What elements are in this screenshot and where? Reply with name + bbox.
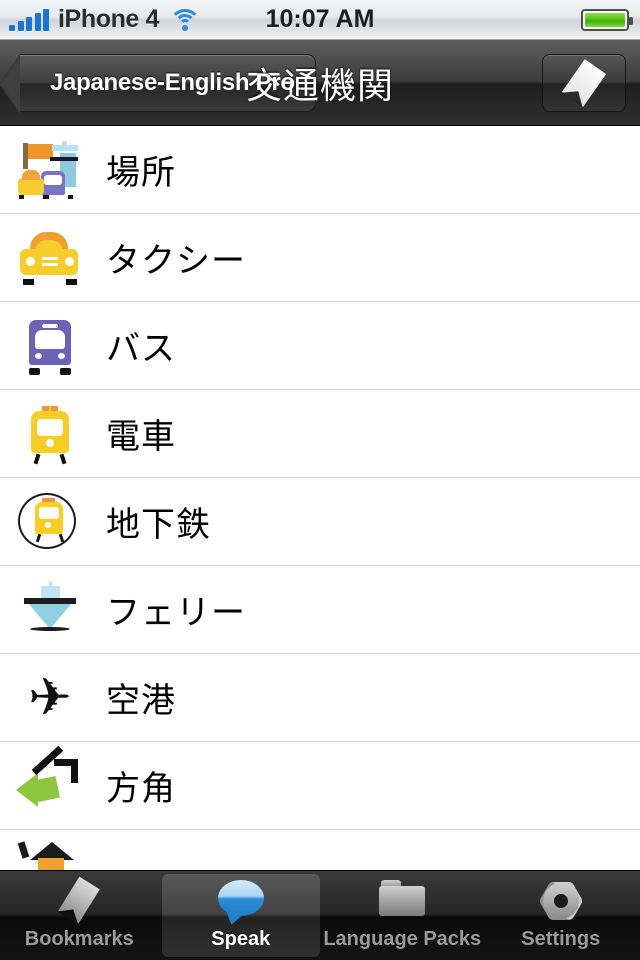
bookmark-ribbon-icon	[58, 876, 101, 924]
speech-bubble-icon	[217, 880, 264, 916]
list-item[interactable]: 場所	[0, 126, 640, 214]
tab-bookmarks[interactable]: Bookmarks	[0, 871, 159, 960]
airplane-icon: ✈	[28, 667, 72, 728]
list-item-label: バス	[106, 329, 176, 369]
list-item-label: 地下鉄	[106, 505, 211, 545]
tab-label: Language Packs	[323, 928, 482, 950]
gear-icon	[538, 880, 584, 922]
list-item-label: 電車	[106, 417, 176, 457]
app-root: iPhone 4 10:07 AM Japanese-English Pro 交…	[0, 0, 640, 960]
list-item[interactable]: バス	[0, 302, 640, 390]
tab-settings[interactable]: Settings	[482, 871, 640, 960]
list-item-label: フェリー	[106, 593, 246, 633]
list-item[interactable]: 地下鉄	[0, 478, 640, 566]
bookmark-button[interactable]	[542, 54, 626, 112]
folder-icon	[379, 880, 426, 916]
tab-icon	[217, 880, 265, 924]
row-icon	[12, 403, 88, 465]
tab-language-packs[interactable]: Language Packs	[323, 871, 482, 960]
list-item[interactable]: タクシー	[0, 214, 640, 302]
tab-label: Settings	[521, 928, 601, 950]
list-item[interactable]: 方角	[0, 742, 640, 830]
navigation-bar: Japanese-English Pro 交通機関	[0, 40, 640, 126]
list-item[interactable]: 電車	[0, 390, 640, 478]
row-icon	[12, 491, 88, 553]
row-icon: ✈	[12, 667, 88, 729]
row-icon	[12, 315, 88, 377]
list-item[interactable]: フェリー	[0, 566, 640, 654]
list-item-label: 場所	[106, 153, 176, 193]
list-item[interactable]: ✈ 空港	[0, 654, 640, 742]
category-list[interactable]: 場所 タクシー バス 電車 地下鉄 フェリー ✈ 空港 方角	[0, 126, 640, 870]
battery-full-icon	[581, 9, 633, 31]
tab-label: Speak	[211, 928, 271, 950]
direction-arrows-icon	[16, 745, 84, 815]
tab-icon	[378, 880, 426, 924]
taxi-icon	[16, 229, 84, 287]
list-item-label: タクシー	[106, 241, 246, 281]
back-button-label: Japanese-English Pro	[50, 68, 295, 96]
ferry-icon	[16, 580, 84, 639]
list-item-label: 方角	[106, 769, 176, 809]
list-item-label: 空港	[106, 681, 176, 721]
tab-icon	[55, 876, 103, 924]
row-icon	[12, 227, 88, 289]
clock-label: 10:07 AM	[265, 5, 375, 33]
row-icon	[12, 139, 88, 201]
bus-icon	[16, 317, 84, 375]
row-icon	[12, 745, 88, 817]
train-icon	[16, 405, 84, 464]
places-icon	[16, 140, 84, 199]
row-icon	[12, 836, 88, 870]
tab-bar: Bookmarks Speak Language Packs Settings	[0, 870, 640, 960]
tab-speak[interactable]: Speak	[161, 874, 320, 957]
bookmark-ribbon-icon	[561, 59, 607, 107]
row-icon	[12, 579, 88, 641]
house-icon	[16, 838, 84, 870]
tab-icon	[537, 880, 585, 924]
tab-label: Bookmarks	[24, 928, 134, 950]
status-bar: iPhone 4 10:07 AM	[0, 0, 640, 40]
list-item[interactable]	[0, 830, 640, 870]
subway-icon	[16, 492, 84, 551]
